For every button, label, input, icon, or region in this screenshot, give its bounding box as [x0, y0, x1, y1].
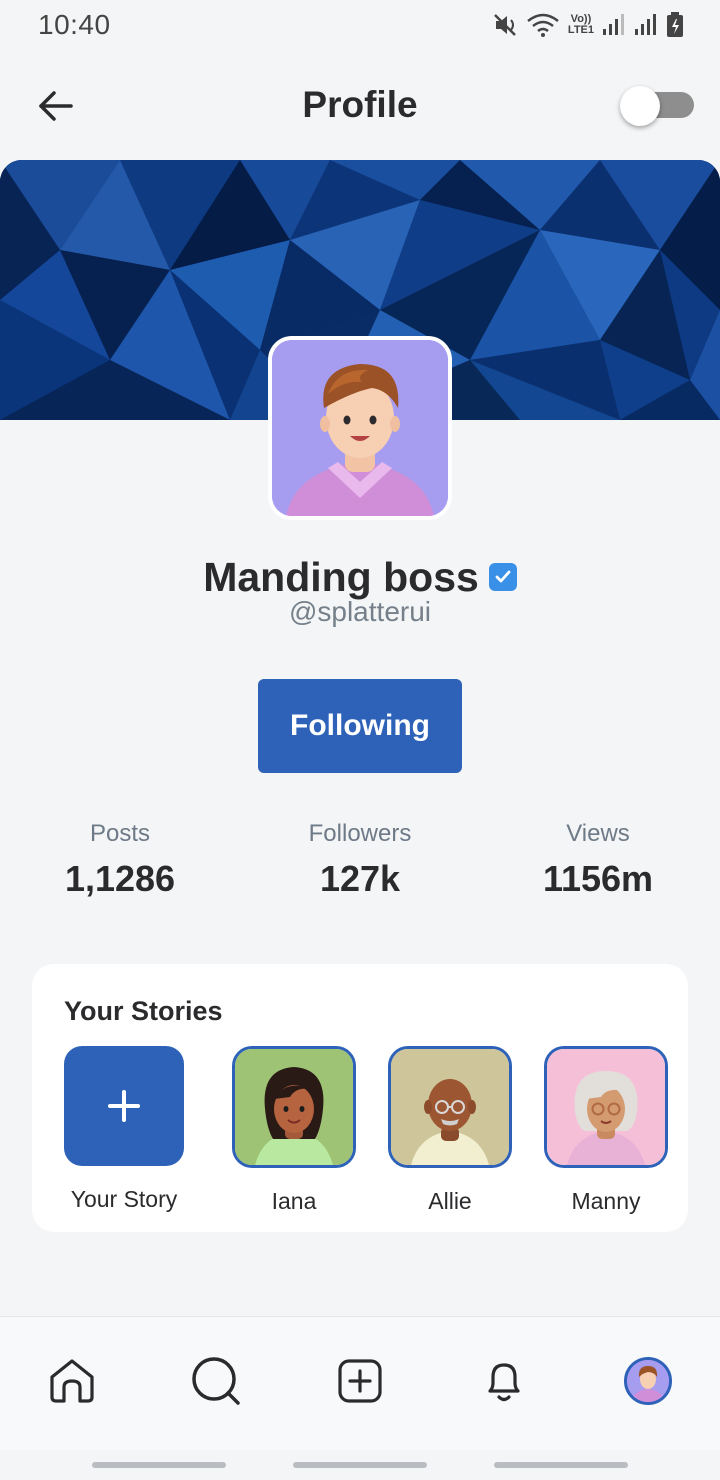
gesture-pill — [293, 1462, 427, 1468]
search-icon — [192, 1357, 240, 1405]
signal-icon — [635, 14, 656, 35]
arrow-left-icon — [39, 91, 73, 121]
top-app-bar: Profile — [0, 60, 720, 150]
nav-add-post[interactable] — [334, 1355, 386, 1407]
stat-label: Followers — [308, 820, 412, 847]
story-avatar[interactable] — [388, 1046, 512, 1168]
network-label-bottom: LTE1 — [567, 24, 594, 36]
nav-search[interactable] — [190, 1355, 242, 1407]
bell-icon — [488, 1363, 520, 1402]
nav-profile-avatar[interactable] — [624, 1357, 672, 1405]
gesture-pill — [494, 1462, 628, 1468]
profile-stats: Posts 1,1286 Followers 127k Views 1156m — [0, 820, 720, 910]
story-label: Iana — [271, 1188, 317, 1214]
following-button[interactable]: Following — [258, 679, 462, 773]
story-iana[interactable]: Iana — [232, 1046, 356, 1215]
gesture-pill — [92, 1462, 226, 1468]
plus-icon — [108, 1090, 140, 1122]
theme-toggle[interactable] — [620, 86, 694, 126]
stat-value: 1,1286 — [64, 858, 176, 899]
verified-badge-icon — [488, 563, 517, 591]
home-icon — [50, 1359, 94, 1403]
story-label: Your Story — [70, 1186, 178, 1212]
status-icons: Vo)) LTE1 — [492, 12, 684, 38]
battery-icon — [667, 12, 683, 37]
stat-posts: Posts 1,1286 — [0, 820, 240, 900]
stat-followers: Followers 127k — [240, 820, 480, 900]
stat-views: Views 1156m — [478, 820, 718, 900]
profile-name: Manding boss — [203, 553, 479, 600]
status-bar: 10:40 Vo)) LTE1 — [0, 0, 720, 50]
wifi-icon — [527, 13, 559, 37]
nav-notifications[interactable] — [478, 1355, 530, 1407]
back-button[interactable] — [36, 86, 76, 126]
stat-value: 1156m — [542, 858, 654, 899]
story-your-story[interactable]: Your Story — [62, 1046, 186, 1213]
story-allie[interactable]: Allie — [388, 1046, 512, 1215]
profile-avatar-illustration — [272, 340, 448, 516]
stat-value: 127k — [319, 858, 401, 899]
bottom-nav — [0, 1316, 720, 1450]
page-title: Profile — [302, 84, 418, 125]
stat-label: Views — [566, 820, 630, 847]
nav-home[interactable] — [46, 1355, 98, 1407]
story-manny[interactable]: Manny — [544, 1046, 668, 1215]
story-avatar[interactable] — [544, 1046, 668, 1168]
stories-card: Your Stories Your Story Iana Allie Manny — [32, 964, 688, 1232]
add-post-icon — [338, 1359, 382, 1403]
gesture-bar — [0, 1450, 720, 1480]
profile-handle: @splatterui — [288, 596, 432, 627]
stat-label: Posts — [89, 820, 151, 847]
story-label: Manny — [571, 1188, 641, 1214]
story-avatar[interactable] — [232, 1046, 356, 1168]
add-story-button[interactable] — [64, 1046, 184, 1166]
profile-avatar[interactable] — [268, 336, 452, 520]
toggle-thumb — [620, 86, 660, 126]
stories-title: Your Stories — [64, 996, 223, 1026]
signal-icon — [603, 14, 624, 35]
status-time: 10:40 — [38, 9, 111, 40]
story-label: Allie — [428, 1188, 472, 1214]
mute-icon — [494, 14, 516, 36]
network-type: Vo)) LTE1 — [568, 14, 594, 36]
profile-name-row: Manding boss — [0, 552, 720, 602]
